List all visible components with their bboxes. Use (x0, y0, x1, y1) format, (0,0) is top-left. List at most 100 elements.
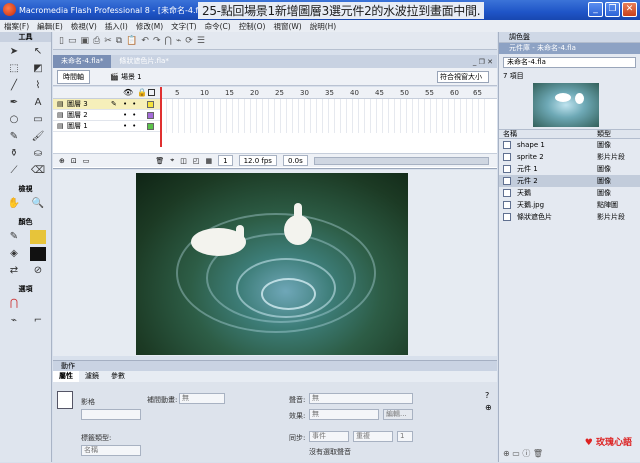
menu-help[interactable]: 說明(H) (306, 21, 341, 32)
add-layer-icon[interactable]: ⊕ (59, 157, 65, 165)
ink-bottle-icon[interactable]: ⚱ (6, 147, 22, 161)
selection-tool-icon[interactable]: ➤ (6, 45, 22, 59)
tab-parameters[interactable]: 參數 (105, 371, 131, 382)
library-file-select[interactable]: 未命名-4.fla (503, 57, 636, 68)
layer-row[interactable]: ▤ 圖層 3 ✎ •• (53, 99, 161, 110)
library-item[interactable]: shape 1 圖像 (499, 139, 640, 151)
restore-button[interactable]: ❐ (605, 2, 620, 17)
align-icon[interactable]: ☰ (197, 36, 205, 46)
repeat-select[interactable]: 重複 (353, 431, 393, 442)
library-item-selected[interactable]: 元件 2 圖像 (499, 175, 640, 187)
lock-icon[interactable]: 🔒 (137, 88, 147, 97)
library-item[interactable]: sprite 2 影片片段 (499, 151, 640, 163)
effect-select[interactable]: 無 (309, 409, 379, 420)
library-item[interactable]: 元件 1 圖像 (499, 163, 640, 175)
layer-color-swatch[interactable] (147, 101, 154, 108)
tween-select[interactable]: 無 (179, 393, 225, 404)
tab-doc-2[interactable]: 條狀遮色片.fla* (111, 55, 176, 68)
tab-properties[interactable]: 屬性 (53, 371, 79, 382)
timeline-hscroll[interactable] (313, 156, 489, 165)
zoom-tool-icon[interactable]: 🔍 (30, 197, 46, 211)
expand-icon[interactable]: ⊕ (485, 403, 492, 412)
frame-name-input[interactable] (81, 409, 141, 420)
undo-icon[interactable]: ↶ (141, 36, 149, 46)
straighten-option-icon[interactable]: ⌐ (30, 314, 46, 328)
layer-row[interactable]: ▤ 圖層 2 •• (53, 110, 161, 121)
minimize-button[interactable]: _ (588, 2, 603, 17)
fill-transform-icon[interactable]: ◩ (30, 62, 46, 76)
window-titlebar[interactable]: Macromedia Flash Professional 8 - [未命名-4… (0, 0, 640, 20)
eye-icon[interactable]: 👁 (123, 88, 133, 97)
library-header[interactable]: 元件庫 - 未命名-4.fla (499, 43, 640, 54)
frame-grid[interactable] (161, 99, 489, 133)
menu-view[interactable]: 檢視(V) (67, 21, 101, 32)
save-icon[interactable]: ▣ (80, 36, 89, 46)
menu-text[interactable]: 文字(T) (167, 21, 200, 32)
col-type[interactable]: 類型 (597, 130, 611, 139)
redo-icon[interactable]: ↷ (153, 36, 161, 46)
repeat-count[interactable]: 1 (397, 431, 413, 442)
stroke-swatch[interactable] (30, 230, 46, 244)
new-symbol-icon[interactable]: ⊕ (503, 449, 510, 458)
menu-modify[interactable]: 修改(M) (132, 21, 167, 32)
cut-icon[interactable]: ✂ (104, 36, 112, 46)
tab-doc-1[interactable]: 未命名-4.fla* (53, 55, 112, 68)
library-item[interactable]: 天鵝 圖像 (499, 187, 640, 199)
menu-commands[interactable]: 命令(C) (201, 21, 235, 32)
no-color-icon[interactable]: ⊘ (30, 264, 46, 278)
scene-breadcrumb[interactable]: 🎬 場景 1 (110, 72, 142, 82)
timeline-toggle-button[interactable]: 時間軸 (57, 69, 90, 84)
rectangle-tool-icon[interactable]: ▭ (30, 113, 46, 127)
rotate-icon[interactable]: ⟳ (185, 36, 193, 46)
edit-multiple-icon[interactable]: ▦ (205, 157, 212, 165)
paste-icon[interactable]: 📋 (126, 36, 137, 46)
onion-outline-icon[interactable]: ◰ (193, 157, 200, 165)
print-icon[interactable]: ⎙ (93, 36, 100, 46)
playhead[interactable] (160, 87, 162, 147)
color-mixer-header[interactable]: 調色盤 (499, 32, 640, 43)
sound-select[interactable]: 無 (309, 393, 413, 404)
layer-visibility-dots[interactable]: •• (123, 121, 141, 132)
text-tool-icon[interactable]: A (30, 96, 46, 110)
swap-colors-icon[interactable]: ⇄ (6, 264, 22, 278)
label-type-select[interactable]: 名稱 (81, 445, 141, 456)
subselection-tool-icon[interactable]: ↖ (30, 45, 46, 59)
fill-color-icon[interactable]: ◈ (6, 247, 22, 261)
add-folder-icon[interactable]: ▭ (83, 157, 90, 165)
frame-rate[interactable]: 12.0 fps (238, 155, 277, 166)
line-tool-icon[interactable]: ╱ (6, 79, 22, 93)
copy-icon[interactable]: ⧉ (116, 36, 122, 46)
menu-file[interactable]: 檔案(F) (0, 21, 33, 32)
delete-icon[interactable]: 🗑 (533, 449, 543, 458)
new-file-icon[interactable]: ▯ (59, 36, 64, 46)
hand-tool-icon[interactable]: ✋ (6, 197, 22, 211)
menu-window[interactable]: 視窗(W) (269, 21, 305, 32)
oval-tool-icon[interactable]: ○ (6, 113, 22, 127)
properties-icon[interactable]: ⓘ (522, 449, 530, 458)
eyedropper-icon[interactable]: ⟋ (6, 164, 22, 178)
edit-button[interactable]: 編輯... (383, 409, 413, 420)
library-item[interactable]: 條狀遮色片 影片片段 (499, 211, 640, 223)
eraser-tool-icon[interactable]: ⌫ (30, 164, 46, 178)
new-folder-icon[interactable]: ▭ (512, 449, 520, 458)
actions-panel-title[interactable]: 動作 (53, 361, 497, 371)
add-guide-icon[interactable]: ⊡ (71, 157, 77, 165)
library-item[interactable]: 天鵝.jpg 點陣圖 (499, 199, 640, 211)
layer-visibility-dots[interactable]: •• (123, 110, 141, 121)
open-file-icon[interactable]: ▭ (68, 36, 77, 46)
snap-icon[interactable]: ⋂ (164, 36, 171, 46)
layer-color-swatch[interactable] (147, 123, 154, 130)
onion-skin-icon[interactable]: ◫ (180, 157, 187, 165)
zoom-select[interactable]: 符合視窗大小 (437, 71, 489, 83)
help-icon[interactable]: ? (485, 391, 489, 400)
outline-icon[interactable] (148, 89, 155, 96)
free-transform-icon[interactable]: ⬚ (6, 62, 22, 76)
delete-layer-icon[interactable]: 🗑 (155, 157, 164, 165)
tab-filters[interactable]: 濾鏡 (79, 371, 105, 382)
pencil-tool-icon[interactable]: ✎ (6, 130, 22, 144)
stroke-color-icon[interactable]: ✎ (6, 230, 22, 244)
menu-insert[interactable]: 插入(I) (101, 21, 132, 32)
col-name[interactable]: 名稱 (503, 130, 517, 138)
brush-tool-icon[interactable]: 🖌 (30, 130, 46, 144)
menu-edit[interactable]: 編輯(E) (33, 21, 67, 32)
